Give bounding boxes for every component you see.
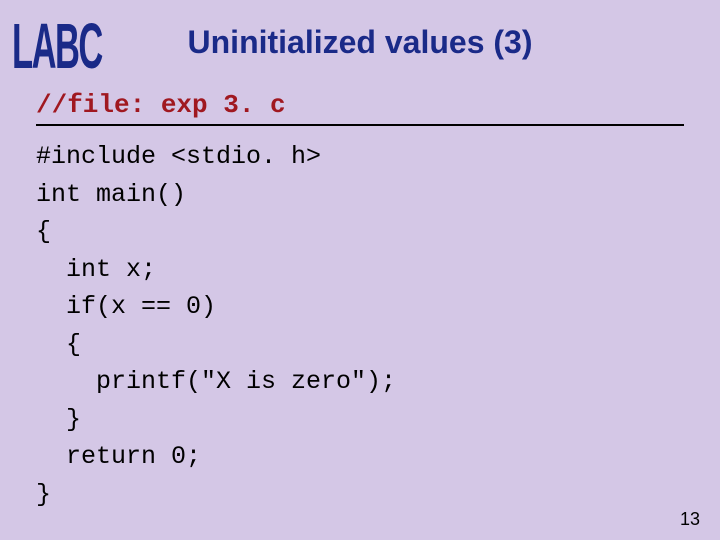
slide-title: Uninitialized values (3): [0, 24, 720, 61]
page-number: 13: [680, 509, 700, 530]
file-comment: //file: exp 3. c: [36, 90, 684, 120]
code-line: int main(): [36, 180, 186, 209]
code-line: #include <stdio. h>: [36, 142, 321, 171]
code-line: {: [36, 217, 51, 246]
code-line: if(x == 0): [36, 292, 216, 321]
slide-content: //file: exp 3. c #include <stdio. h> int…: [36, 90, 684, 513]
code-line: }: [36, 405, 81, 434]
code-block: #include <stdio. h> int main() { int x; …: [36, 138, 684, 513]
code-line: return 0;: [36, 442, 201, 471]
code-line: {: [36, 330, 81, 359]
code-line: }: [36, 480, 51, 509]
code-line: printf("X is zero");: [36, 367, 396, 396]
code-line: int x;: [36, 255, 156, 284]
divider: [36, 124, 684, 126]
